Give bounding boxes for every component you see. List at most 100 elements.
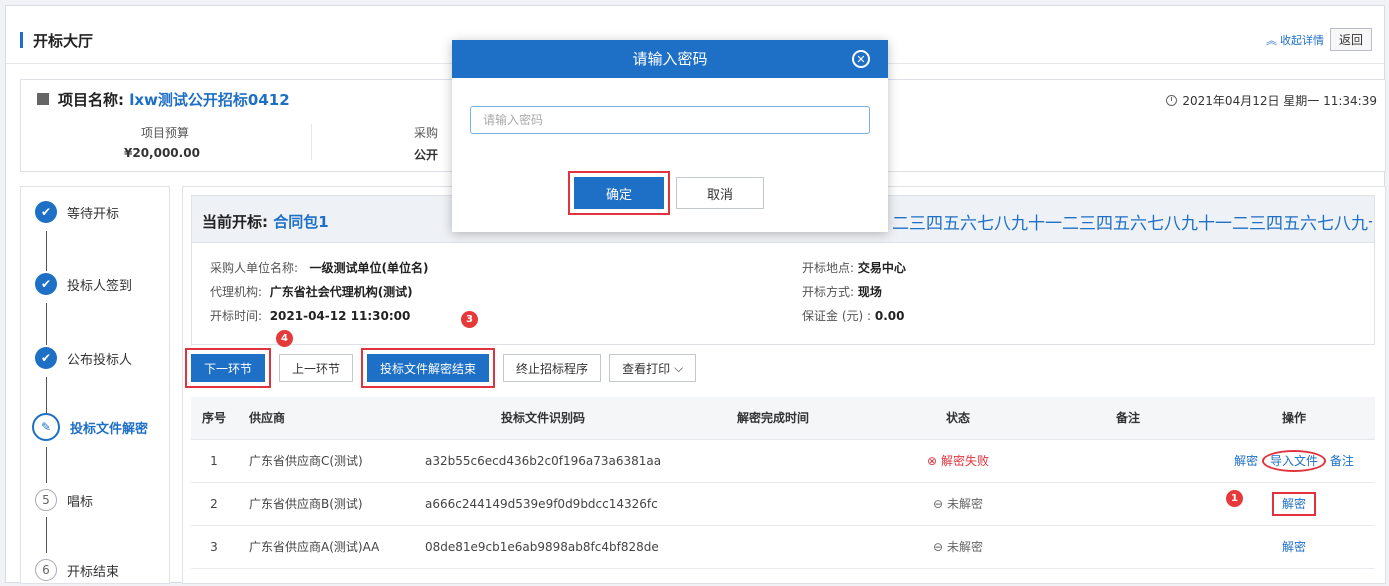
col-time: 解密完成时间 bbox=[673, 397, 873, 440]
title-accent-bar bbox=[20, 32, 23, 48]
project-name-value: lxw测试公开招标0412 bbox=[129, 91, 290, 109]
step-label: 开标结束 bbox=[67, 564, 120, 580]
cell-time bbox=[673, 439, 873, 483]
step-label: 投标文件解密 bbox=[70, 421, 149, 437]
deposit-value: 0.00 bbox=[874, 309, 905, 323]
cell-supplier: 广东省供应商C(测试) bbox=[237, 439, 413, 483]
header-actions: ︽ 收起详情 返回 bbox=[1266, 28, 1372, 51]
step-label: 唱标 bbox=[67, 494, 94, 510]
step-waiting: ✔ 等待开标 bbox=[35, 201, 119, 223]
dialog-title: 请输入密码 bbox=[632, 50, 708, 68]
view-print-button[interactable]: 查看打印 ⌵ bbox=[609, 354, 697, 382]
confirm-button[interactable]: 确定 bbox=[568, 171, 670, 215]
terminate-button[interactable]: 终止招标程序 bbox=[503, 354, 602, 382]
col-no: 序号 bbox=[191, 397, 237, 440]
prev-step-button[interactable]: 上一环节 bbox=[279, 354, 354, 382]
password-input[interactable] bbox=[470, 106, 870, 134]
chevron-down-icon: ⌵ bbox=[674, 360, 684, 375]
check-icon: ✔ bbox=[35, 347, 57, 369]
table-row: 2 广东省供应商B(测试) a666c244149d539e9f0d9bdcc1… bbox=[191, 482, 1375, 526]
back-button[interactable]: 返回 bbox=[1329, 28, 1372, 51]
project-datetime: 2021年04月12日 星期一 11:34:39 bbox=[1166, 92, 1377, 109]
deposit-label: 保证金 (元) : bbox=[802, 309, 872, 323]
deposit-row: 保证金 (元) : 0.00 bbox=[802, 307, 904, 324]
cell-code: 08de81e9cb1e6ab9898ab8fc4bf828de bbox=[413, 525, 673, 569]
step-publish-bidders: ✔ 公布投标人 bbox=[35, 347, 132, 369]
cell-no: 2 bbox=[191, 482, 237, 526]
method-label: 开标方式: bbox=[802, 285, 855, 299]
table-header-row: 序号 供应商 投标文件识别码 解密完成时间 状态 备注 操作 bbox=[191, 397, 1375, 440]
decrypt-link[interactable]: 解密 bbox=[1234, 454, 1258, 468]
purchase-label: 采购 bbox=[414, 126, 439, 140]
step-connector bbox=[46, 447, 47, 483]
step-connector bbox=[46, 517, 47, 553]
buyer-label: 采购人单位名称: bbox=[210, 261, 299, 275]
status-text: 未解密 bbox=[946, 540, 983, 554]
password-dialog: 请输入密码 ✕ 确定 取消 bbox=[452, 40, 888, 232]
cell-actions: 解密 bbox=[1213, 525, 1375, 569]
status-text: 未解密 bbox=[946, 497, 983, 511]
budget-label: 项目预算 bbox=[141, 126, 190, 140]
fail-icon: ⊗ bbox=[927, 454, 938, 468]
current-bid-title: 当前开标: 合同包1 bbox=[202, 211, 329, 232]
method-value: 现场 bbox=[857, 285, 882, 299]
col-note: 备注 bbox=[1043, 397, 1213, 440]
action-toolbar: 下一环节 上一环节 投标文件解密结束 终止招标程序 查看打印 ⌵ bbox=[184, 348, 697, 388]
step-sing-bid: 5 唱标 bbox=[35, 489, 93, 511]
collapse-details-link[interactable]: ︽ 收起详情 bbox=[1266, 32, 1324, 48]
datetime-text: 2021年04月12日 星期一 11:34:39 bbox=[1182, 94, 1377, 108]
view-print-label: 查看打印 bbox=[622, 361, 671, 376]
project-icon bbox=[37, 93, 49, 105]
check-icon: ✔ bbox=[35, 273, 57, 295]
agency-label: 代理机构: bbox=[210, 285, 263, 299]
decrypt-finish-button[interactable]: 投标文件解密结束 bbox=[361, 348, 496, 388]
cell-note bbox=[1043, 439, 1213, 483]
cell-note bbox=[1043, 482, 1213, 526]
table-row: 1 广东省供应商C(测试) a32b55c6ecd436b2c0f196a73a… bbox=[191, 439, 1375, 483]
project-name: 项目名称: lxw测试公开招标0412 bbox=[58, 89, 290, 110]
place-value: 交易中心 bbox=[857, 261, 906, 275]
marquee-text: 二三四五六七八九十一二三四五六七八九十一二三四五六七八九十 bbox=[892, 214, 1372, 234]
note-link[interactable]: 备注 bbox=[1330, 454, 1354, 468]
col-code: 投标文件识别码 bbox=[413, 397, 673, 440]
divider bbox=[311, 124, 312, 160]
decrypt-link[interactable]: 解密 bbox=[1282, 540, 1306, 554]
pencil-icon: ✎ bbox=[32, 413, 60, 441]
check-icon: ✔ bbox=[35, 201, 57, 223]
place-label: 开标地点: bbox=[802, 261, 855, 275]
cell-note bbox=[1043, 525, 1213, 569]
cell-supplier: 广东省供应商B(测试) bbox=[237, 482, 413, 526]
table-row: 3 广东省供应商A(测试)AA 08de81e9cb1e6ab9898ab8fc… bbox=[191, 525, 1375, 569]
time-row: 开标时间: 2021-04-12 11:30:00 bbox=[210, 307, 410, 324]
cancel-button[interactable]: 取消 bbox=[676, 177, 764, 209]
step-sign-in: ✔ 投标人签到 bbox=[35, 273, 132, 295]
agency-row: 代理机构: 广东省社会代理机构(测试) bbox=[210, 283, 413, 300]
step-label: 投标人签到 bbox=[67, 278, 133, 294]
place-row: 开标地点: 交易中心 bbox=[802, 259, 906, 276]
bid-info: 采购人单位名称: 一级测试单位(单位名) 代理机构: 广东省社会代理机构(测试)… bbox=[191, 243, 1375, 345]
cell-code: a666c244149d539e9f0d9bdcc14326fc bbox=[413, 482, 673, 526]
agency-value: 广东省社会代理机构(测试) bbox=[269, 285, 413, 299]
decrypt-link[interactable]: 解密 bbox=[1271, 492, 1316, 516]
status-text: 解密失败 bbox=[940, 454, 989, 468]
progress-steps: ✔ 等待开标 ✔ 投标人签到 ✔ 公布投标人 ✎ 投标文件解密 5 唱标 6 开… bbox=[20, 186, 170, 584]
step-decrypt: ✎ 投标文件解密 bbox=[32, 413, 149, 441]
import-file-link[interactable]: 导入文件 bbox=[1261, 450, 1326, 472]
next-step-button[interactable]: 下一环节 bbox=[184, 348, 272, 388]
cell-supplier: 广东省供应商A(测试)AA bbox=[237, 525, 413, 569]
method-row: 开标方式: 现场 bbox=[802, 283, 882, 300]
current-bid-value: 合同包1 bbox=[273, 213, 329, 231]
cell-status: ⊗ 解密失败 bbox=[873, 439, 1043, 483]
step-label: 公布投标人 bbox=[67, 352, 133, 368]
step-finish: 6 开标结束 bbox=[35, 559, 119, 581]
step-connector bbox=[46, 377, 47, 413]
time-label: 开标时间: bbox=[210, 309, 263, 323]
cell-code: a32b55c6ecd436b2c0f196a73a6381aa bbox=[413, 439, 673, 483]
cell-time bbox=[673, 482, 873, 526]
step-connector bbox=[46, 303, 47, 345]
step-connector bbox=[46, 231, 47, 271]
collapse-label: 收起详情 bbox=[1279, 33, 1324, 47]
close-icon[interactable]: ✕ bbox=[852, 50, 870, 68]
step-number: 6 bbox=[35, 559, 57, 581]
cell-no: 1 bbox=[191, 439, 237, 483]
